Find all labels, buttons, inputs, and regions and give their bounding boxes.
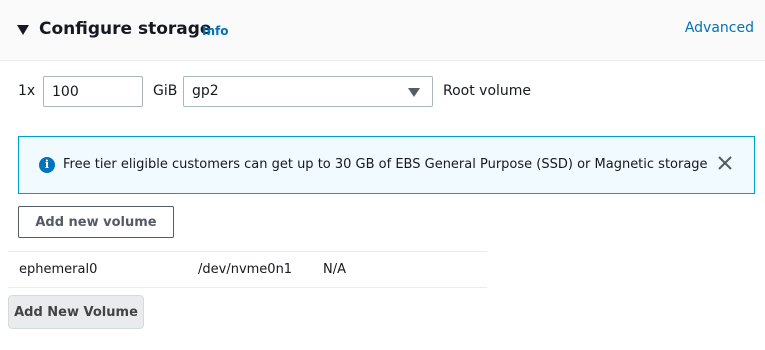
info-link[interactable]: Info — [202, 24, 228, 38]
table-divider-top — [8, 251, 487, 252]
section-title: Configure storage — [39, 19, 212, 39]
root-volume-label: Root volume — [443, 83, 532, 99]
alert-message: Free tier eligible customers can get up … — [63, 157, 708, 172]
add-new-volume-legacy-button[interactable]: Add New Volume — [8, 295, 144, 329]
volume-count-label: 1x — [18, 83, 36, 99]
device-size-cell: N/A — [323, 262, 346, 277]
device-path-cell: /dev/nvme0n1 — [198, 262, 293, 277]
add-new-volume-button[interactable]: Add new volume — [18, 206, 174, 238]
section-header: Configure storage Info Advanced — [0, 0, 765, 61]
device-name-cell: ephemeral0 — [19, 262, 98, 277]
info-icon: i — [39, 157, 55, 173]
advanced-link[interactable]: Advanced — [685, 20, 754, 36]
free-tier-alert: i Free tier eligible customers can get u… — [18, 136, 755, 194]
collapse-caret-icon[interactable] — [17, 25, 29, 35]
size-unit-label: GiB — [153, 83, 178, 99]
close-icon[interactable] — [716, 154, 734, 172]
table-divider-bottom — [8, 287, 487, 288]
dropdown-arrow-icon — [408, 88, 420, 97]
volume-size-input[interactable] — [43, 76, 143, 107]
volume-type-select[interactable]: gp2 — [183, 76, 433, 107]
volume-type-value: gp2 — [192, 83, 219, 99]
